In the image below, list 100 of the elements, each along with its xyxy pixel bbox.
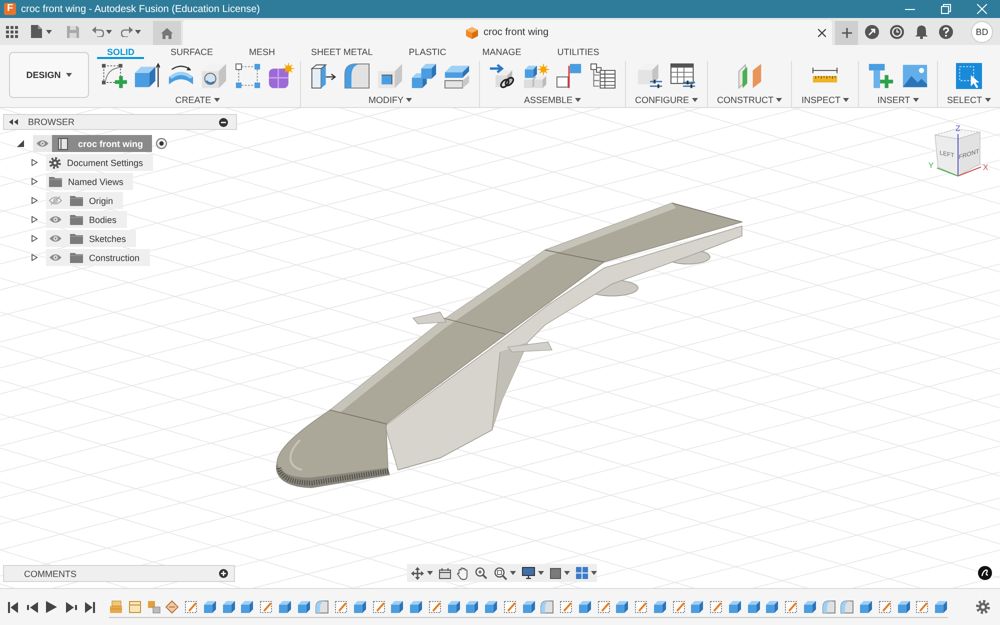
grid-menu-icon[interactable] bbox=[6, 26, 18, 38]
linked-cube-icon[interactable] bbox=[489, 63, 516, 89]
caret-icon[interactable] bbox=[135, 30, 141, 34]
caret-icon[interactable] bbox=[214, 98, 220, 102]
frame-box-icon[interactable] bbox=[128, 600, 142, 614]
extrude-cube-icon[interactable] bbox=[465, 600, 480, 614]
press-pull-icon[interactable] bbox=[310, 63, 336, 89]
caret-icon[interactable] bbox=[692, 98, 698, 102]
sparkle-cube-icon[interactable] bbox=[268, 63, 294, 89]
monitor-icon[interactable] bbox=[522, 567, 535, 579]
sketch-icon[interactable] bbox=[184, 600, 198, 614]
minus-circle-icon[interactable] bbox=[219, 118, 228, 126]
expand-triangle-icon[interactable] bbox=[31, 197, 38, 204]
shell-cube-icon[interactable] bbox=[377, 63, 404, 89]
redo-icon[interactable] bbox=[121, 26, 133, 37]
fillet-icon[interactable] bbox=[840, 600, 854, 614]
tree-node[interactable]: Sketches bbox=[46, 230, 136, 247]
fillet-icon[interactable] bbox=[540, 600, 554, 614]
eye-icon[interactable] bbox=[49, 234, 62, 243]
caret-icon[interactable] bbox=[427, 571, 433, 575]
sketch-icon[interactable] bbox=[596, 600, 610, 614]
extrude-cube-icon[interactable] bbox=[765, 600, 780, 614]
sketch-icon[interactable] bbox=[259, 600, 273, 614]
sketch-icon[interactable] bbox=[502, 600, 517, 614]
square-pattern-icon[interactable] bbox=[234, 63, 261, 89]
expand-triangle-icon[interactable] bbox=[31, 216, 38, 223]
look-at-icon[interactable] bbox=[439, 568, 452, 578]
tool-group-menu[interactable]: CREATE bbox=[175, 95, 220, 105]
caret-icon[interactable] bbox=[575, 98, 582, 102]
expand-triangle-icon[interactable] bbox=[31, 159, 38, 166]
skip-start-icon[interactable] bbox=[8, 602, 18, 612]
sketch-icon[interactable] bbox=[428, 600, 442, 614]
caret-icon[interactable] bbox=[510, 571, 516, 575]
caret-icon[interactable] bbox=[406, 98, 412, 102]
extrude-cube-icon[interactable] bbox=[615, 600, 630, 614]
extrude-cube-icon[interactable] bbox=[859, 600, 873, 614]
shaded-square-icon[interactable] bbox=[550, 568, 561, 578]
sketch-icon[interactable] bbox=[915, 600, 930, 614]
extrude-cube-icon[interactable] bbox=[202, 600, 217, 614]
table-sliders-icon[interactable] bbox=[670, 63, 696, 89]
select-cursor-icon[interactable] bbox=[956, 63, 982, 89]
sketch-icon[interactable] bbox=[709, 600, 723, 614]
zoom-window-icon[interactable] bbox=[494, 566, 507, 580]
plus-icon[interactable] bbox=[842, 28, 852, 38]
caret-icon[interactable] bbox=[843, 98, 850, 102]
extrude-cube-icon[interactable] bbox=[690, 600, 704, 614]
sketch-icon[interactable] bbox=[559, 600, 573, 614]
move-arrows-icon[interactable] bbox=[411, 566, 424, 580]
hand-icon[interactable] bbox=[457, 566, 470, 580]
caret-icon[interactable] bbox=[564, 571, 570, 575]
sketch-icon[interactable] bbox=[372, 600, 386, 614]
stacked-cubes-icon[interactable] bbox=[410, 63, 437, 89]
sketch-icon[interactable] bbox=[878, 600, 892, 614]
extrude-cube-icon[interactable] bbox=[222, 600, 236, 614]
settings-icon[interactable] bbox=[976, 600, 990, 614]
file-icon[interactable] bbox=[31, 25, 42, 38]
caret-icon[interactable] bbox=[985, 98, 991, 102]
tree-node[interactable]: Construction bbox=[46, 249, 150, 266]
zoom-icon[interactable] bbox=[475, 567, 488, 579]
extrude-cube-icon[interactable] bbox=[278, 600, 292, 614]
eye-icon[interactable] bbox=[49, 253, 62, 262]
tool-group-menu[interactable]: INSERT bbox=[877, 95, 920, 105]
workspace-button[interactable]: DESIGN bbox=[9, 52, 89, 98]
hole-cube-icon[interactable] bbox=[201, 63, 228, 89]
extrude-cube-icon[interactable] bbox=[934, 600, 948, 614]
step-back-icon[interactable] bbox=[26, 602, 38, 612]
extrude-cube-icon[interactable] bbox=[578, 600, 592, 614]
extrude-cube-icon[interactable] bbox=[802, 600, 817, 614]
tool-group-menu[interactable]: MODIFY bbox=[368, 95, 412, 105]
extrude-cube-icon[interactable] bbox=[728, 600, 742, 614]
extrude-cube-icon[interactable] bbox=[352, 600, 367, 614]
expand-triangle-icon[interactable] bbox=[31, 254, 38, 261]
paint-bucket-icon[interactable] bbox=[165, 600, 180, 614]
extrude-cube-icon[interactable] bbox=[652, 600, 667, 614]
extrude-cube-icon[interactable] bbox=[446, 600, 460, 614]
image-icon[interactable] bbox=[902, 63, 928, 89]
extrude-cube-icon[interactable] bbox=[484, 600, 498, 614]
cube-sliders-icon[interactable] bbox=[636, 63, 663, 89]
sketch-icon[interactable] bbox=[634, 600, 648, 614]
caret-icon[interactable] bbox=[590, 571, 597, 575]
flag-square-icon[interactable] bbox=[556, 63, 582, 89]
fillet-icon[interactable] bbox=[315, 600, 330, 614]
caret-icon[interactable] bbox=[913, 98, 920, 102]
sparkle-cubes-icon[interactable] bbox=[522, 63, 549, 89]
home-icon[interactable] bbox=[161, 28, 173, 38]
linked-parts-icon[interactable] bbox=[146, 600, 160, 614]
tree-node[interactable]: Bodies bbox=[46, 211, 127, 228]
tool-group-menu[interactable]: ASSEMBLE bbox=[524, 95, 582, 105]
clock-icon[interactable] bbox=[890, 24, 904, 38]
extrude-cube-icon[interactable] bbox=[296, 600, 310, 614]
undo-icon[interactable] bbox=[92, 26, 104, 37]
caret-icon[interactable] bbox=[106, 30, 112, 34]
new-tab-button[interactable] bbox=[835, 21, 858, 45]
toolbar-tab[interactable]: MESH bbox=[239, 45, 286, 59]
extrude-cube-icon[interactable] bbox=[409, 600, 423, 614]
user-avatar[interactable]: BD bbox=[971, 20, 993, 42]
fillet-icon[interactable] bbox=[822, 600, 836, 614]
bolt-plus-icon[interactable] bbox=[868, 63, 894, 89]
extrude-cube-icon[interactable] bbox=[390, 600, 404, 614]
tree-node[interactable]: Named Views bbox=[46, 173, 134, 190]
